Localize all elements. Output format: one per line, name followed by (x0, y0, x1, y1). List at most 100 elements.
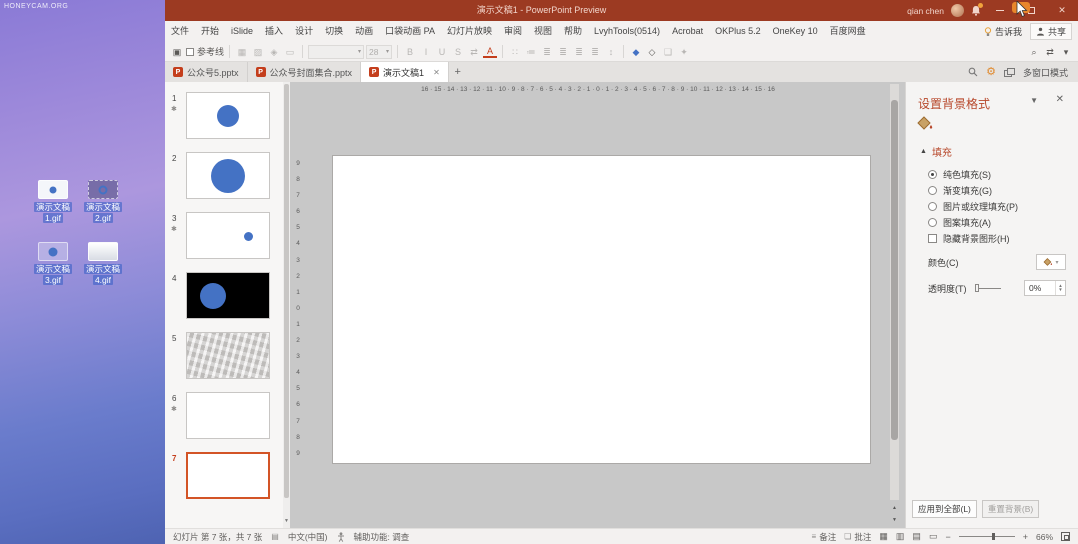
slide-row-7[interactable]: 7 (165, 452, 283, 508)
picture-icon[interactable]: ▨ (251, 45, 265, 59)
font-color-icon[interactable]: A (483, 46, 498, 58)
slide-sorter-button[interactable]: ▥ (896, 531, 905, 542)
close-button[interactable]: ✕ (1050, 0, 1074, 21)
ribbon-tab-12[interactable]: LvyhTools(0514) (588, 21, 666, 42)
slideshow-button[interactable]: ▭ (929, 531, 938, 542)
reset-background-button[interactable]: 重置背景(B) (981, 500, 1040, 518)
ribbon-tab-10[interactable]: 视图 (528, 21, 558, 42)
fill-bucket-icon[interactable] (916, 116, 934, 137)
scrollbar-thumb[interactable] (284, 84, 289, 498)
ribbon-tab-8[interactable]: 幻灯片放映 (441, 21, 498, 42)
avatar[interactable] (951, 4, 964, 17)
next-slide-button[interactable]: ▼ (890, 514, 899, 526)
document-tab-2[interactable]: P 演示文稿1 ✕ (361, 62, 449, 82)
checkbox-option-4[interactable]: 隐藏背景图形(H) (928, 230, 1018, 246)
slide-row-5[interactable]: 5 (165, 332, 283, 388)
table-icon[interactable]: ▦ (235, 45, 249, 59)
desktop-icon-4[interactable]: 演示文稿 4.gif (80, 242, 126, 285)
slide-thumbnail[interactable] (186, 152, 270, 199)
spinner-arrows[interactable]: ▲ ▼ (1055, 281, 1065, 295)
text-shadow-icon[interactable]: S (451, 45, 465, 59)
radio-option-2[interactable]: 图片或纹理填充(P) (928, 198, 1018, 214)
ribbon-tab-7[interactable]: 口袋动画 PA (379, 21, 441, 42)
ribbon-tab-16[interactable]: 百度网盘 (824, 21, 872, 42)
slide-row-2[interactable]: 2 (165, 152, 283, 208)
share-button[interactable]: 共享 (1029, 23, 1072, 40)
slide-thumbnail-pane[interactable]: 1 ✱ 2 3 ✱ 4 5 6 ✱ 7 (165, 82, 283, 528)
align-left-icon[interactable]: ≣ (540, 45, 554, 59)
notes-button[interactable]: ≡ 备注 (812, 531, 837, 543)
ribbon-tab-13[interactable]: Acrobat (666, 21, 709, 42)
minimize-button[interactable] (988, 0, 1012, 21)
italic-icon[interactable]: I (419, 45, 433, 59)
numbering-icon[interactable]: ≔ (524, 45, 538, 59)
radio-option-3[interactable]: 图案填充(A) (928, 214, 1018, 230)
align-center-icon[interactable]: ≣ (556, 45, 570, 59)
language-indicator[interactable]: 中文(中国) (288, 531, 328, 543)
ribbon-tab-1[interactable]: 开始 (195, 21, 225, 42)
slide-row-1[interactable]: 1 ✱ (165, 92, 283, 148)
font-size-select[interactable]: 28 ▾ (366, 44, 393, 59)
document-tab-1[interactable]: P 公众号封面集合.pptx (247, 62, 362, 82)
zoom-percentage[interactable]: 66% (1036, 532, 1053, 542)
editing-canvas[interactable]: 16 · 15 · 14 · 13 · 12 · 11 · 10 · 9 · 8… (290, 82, 905, 528)
underline-icon[interactable]: U (435, 45, 449, 59)
transparency-spinner[interactable]: 0% ▲ ▼ (1024, 280, 1066, 296)
align-right-icon[interactable]: ≣ (572, 45, 586, 59)
accessibility-status[interactable]: 辅助功能: 调查 (354, 531, 410, 543)
slide-row-4[interactable]: 4 (165, 272, 283, 328)
font-family-select[interactable]: ▾ (308, 44, 365, 59)
slide-row-3[interactable]: 3 ✱ (165, 212, 283, 268)
slide-thumbnail[interactable] (186, 212, 270, 259)
document-tab-0[interactable]: P 公众号5.pptx (165, 62, 248, 82)
color-picker-button[interactable]: ▾ (1036, 254, 1066, 270)
ribbon-tab-6[interactable]: 动画 (349, 21, 379, 42)
slide-thumbnail[interactable] (186, 332, 270, 379)
desktop-icon-3[interactable]: 演示文稿 3.gif (30, 242, 76, 285)
ribbon-tab-15[interactable]: OneKey 10 (767, 21, 824, 42)
scrollbar-down-arrow[interactable]: ▼ (283, 515, 290, 527)
multi-window-label[interactable]: 多窗口模式 (1023, 66, 1068, 79)
canvas-scrollbar[interactable] (890, 84, 899, 500)
notification-bell-icon[interactable] (971, 3, 983, 16)
normal-view-button[interactable]: ▦ (879, 531, 888, 542)
slide-thumbnail[interactable] (186, 392, 270, 439)
ribbon-tab-5[interactable]: 切换 (319, 21, 349, 42)
replace-icon[interactable]: ⇄ (1043, 45, 1057, 59)
comments-button[interactable]: ❏ 批注 (844, 531, 871, 543)
zoom-slider[interactable] (958, 533, 1015, 540)
slide-row-6[interactable]: 6 ✱ (165, 392, 283, 448)
fill-section-header[interactable]: ▲ 填充 (920, 144, 952, 159)
shape-fill-icon[interactable]: ◆ (629, 45, 643, 59)
apply-to-all-button[interactable]: 应用到全部(L) (912, 500, 977, 518)
paste-icon[interactable]: ▣ (170, 45, 184, 59)
find-icon[interactable]: ⌕ (1027, 45, 1041, 59)
slider-handle[interactable] (974, 284, 979, 292)
fit-to-window-icon[interactable] (1061, 532, 1070, 541)
shapes-icon[interactable]: ◈ (267, 45, 281, 59)
text-box-icon[interactable]: ▭ (283, 45, 297, 59)
reading-view-button[interactable]: ▤ (912, 531, 921, 542)
justify-icon[interactable]: ≣ (588, 45, 602, 59)
ribbon-tab-0[interactable]: 文件 (165, 21, 195, 42)
desktop-icon-1[interactable]: 演示文稿 1.gif (30, 180, 76, 223)
char-spacing-icon[interactable]: ⇄ (467, 45, 481, 59)
titlebar[interactable]: 演示文稿1 - PowerPoint Preview qian chen ✕ (165, 0, 1078, 21)
bullets-icon[interactable]: ∷ (508, 45, 522, 59)
slide-thumbnail[interactable] (186, 452, 270, 499)
ribbon-tab-3[interactable]: 插入 (259, 21, 289, 42)
desktop-icon-2[interactable]: 演示文稿 2.gif (80, 180, 126, 223)
zoom-out-button[interactable]: − (945, 532, 950, 542)
slide-pane-scrollbar[interactable]: ▼ (283, 82, 290, 528)
tell-me-button[interactable]: 告诉我 (984, 25, 1022, 38)
shape-outline-icon[interactable]: ◇ (645, 45, 659, 59)
ribbon-tab-2[interactable]: iSlide (225, 21, 259, 42)
settings-gear-icon[interactable]: ⚙ (986, 66, 996, 78)
radio-option-1[interactable]: 渐变填充(G) (928, 182, 1018, 198)
previous-slide-button[interactable]: ▲ (890, 502, 899, 514)
arrange-icon[interactable]: ❑ (661, 45, 675, 59)
tab-close-icon[interactable]: ✕ (433, 68, 440, 77)
account-name[interactable]: qian chen (907, 6, 944, 16)
bold-icon[interactable]: B (403, 45, 417, 59)
scrollbar-thumb[interactable] (891, 100, 898, 440)
